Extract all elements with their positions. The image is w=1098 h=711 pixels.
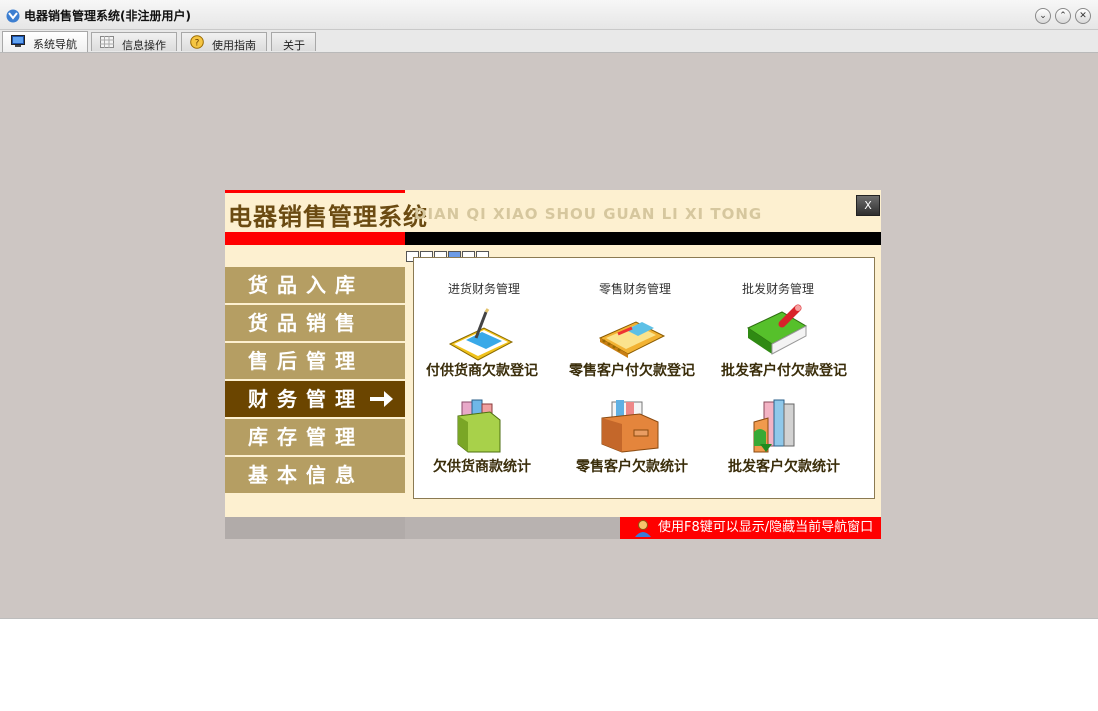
header-bar-red bbox=[225, 232, 405, 245]
item-retail-customer-debt-stats[interactable]: 零售客户欠款统计 bbox=[557, 456, 707, 476]
panel-pinyin: DIAN QI XIAO SHOU GUAN LI XI TONG bbox=[414, 205, 763, 223]
item-pay-supplier-debt[interactable]: 付供货商欠款登记 bbox=[407, 360, 557, 380]
finance-content-frame: 进货财务管理 零售财务管理 批发财务管理 付供货商欠款登记 零售客户付欠款登记 … bbox=[413, 257, 875, 499]
category-wholesale-finance: 批发财务管理 bbox=[741, 282, 814, 296]
menu-item-label: 财务管理 bbox=[248, 387, 364, 411]
panel-footer-left bbox=[225, 517, 405, 539]
tab-system-navigation[interactable]: 系统导航 bbox=[2, 31, 88, 52]
item-wholesale-customer-debt-stats[interactable]: 批发客户欠款统计 bbox=[709, 456, 859, 476]
header-accent bbox=[225, 190, 405, 193]
maximize-button[interactable]: ⌃ bbox=[1055, 8, 1071, 24]
grid-icon bbox=[100, 36, 114, 48]
green-book-icon[interactable] bbox=[742, 304, 812, 360]
category-purchase-finance: 进货财务管理 bbox=[447, 282, 520, 296]
tab-about[interactable]: 关于 bbox=[271, 32, 316, 52]
tab-label: 信息操作 bbox=[122, 39, 166, 52]
menu-column: 货品入库 货品销售 售后管理 财务管理 库存管理 基本信息 bbox=[225, 245, 405, 517]
menu-item-goods-sales[interactable]: 货品销售 bbox=[225, 305, 405, 342]
panel-title: 电器销售管理系统 bbox=[228, 203, 428, 231]
menu-item-after-sales[interactable]: 售后管理 bbox=[225, 343, 405, 380]
item-wholesale-customer-payment[interactable]: 批发客户付欠款登记 bbox=[709, 360, 859, 380]
panel-footer-middle bbox=[405, 517, 620, 539]
monitor-icon bbox=[11, 35, 25, 47]
panel-close-button[interactable]: X bbox=[856, 195, 880, 216]
help-icon: ? bbox=[190, 35, 204, 49]
tab-info-operation[interactable]: 信息操作 bbox=[91, 32, 177, 52]
header-bar-black bbox=[405, 232, 881, 245]
file-box-icon[interactable] bbox=[596, 398, 666, 454]
item-supplier-debt-stats[interactable]: 欠供货商款统计 bbox=[407, 456, 557, 476]
notebook-pen-icon[interactable] bbox=[446, 308, 516, 364]
tab-label: 系统导航 bbox=[33, 38, 77, 51]
menu-item-basic-info[interactable]: 基本信息 bbox=[225, 457, 405, 494]
arrow-right-icon bbox=[370, 391, 393, 407]
item-retail-customer-payment[interactable]: 零售客户付欠款登记 bbox=[557, 360, 707, 380]
menu-item-finance[interactable]: 财务管理 bbox=[225, 381, 405, 418]
tab-label: 使用指南 bbox=[212, 39, 256, 52]
menu-item-inventory[interactable]: 库存管理 bbox=[225, 419, 405, 456]
footer-tip-text: 使用F8键可以显示/隐藏当前导航窗口 bbox=[658, 520, 874, 535]
person-icon bbox=[635, 520, 651, 537]
menu-item-goods-inbound[interactable]: 货品入库 bbox=[225, 267, 405, 304]
panel-footer-tip: 使用F8键可以显示/隐藏当前导航窗口 bbox=[620, 517, 881, 539]
svg-text:?: ? bbox=[195, 39, 200, 49]
minimize-button[interactable]: ⌄ bbox=[1035, 8, 1051, 24]
close-window-button[interactable]: ✕ bbox=[1075, 8, 1091, 24]
tab-bar: 系统导航 信息操作 ? 使用指南 关于 bbox=[0, 30, 1098, 53]
spiral-notebook-icon[interactable] bbox=[596, 308, 666, 364]
main-window: 电器销售管理系统(非注册用户) ⌄ ⌃ ✕ 系统导航 信息操作 ? 使用指南 关… bbox=[0, 0, 1098, 619]
category-retail-finance: 零售财务管理 bbox=[598, 282, 671, 296]
app-logo-icon bbox=[6, 9, 20, 23]
window-title: 电器销售管理系统(非注册用户) bbox=[24, 9, 191, 23]
book-stack-icon[interactable] bbox=[742, 398, 812, 454]
tab-label: 关于 bbox=[283, 39, 305, 52]
tab-user-guide[interactable]: ? 使用指南 bbox=[181, 32, 267, 52]
file-holder-icon[interactable] bbox=[446, 398, 516, 454]
title-bar: 电器销售管理系统(非注册用户) ⌄ ⌃ ✕ bbox=[0, 0, 1098, 30]
navigation-panel: 电器销售管理系统 DIAN QI XIAO SHOU GUAN LI XI TO… bbox=[225, 190, 881, 539]
